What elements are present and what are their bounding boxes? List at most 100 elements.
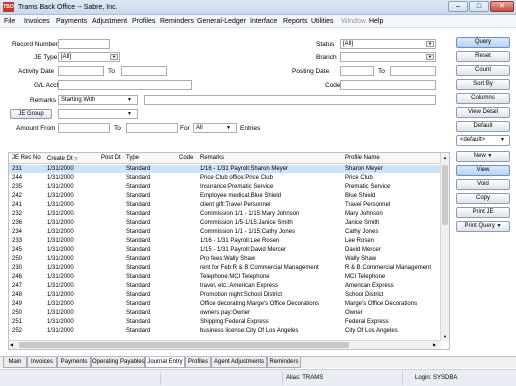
table-cell: Mary Johnson (345, 211, 383, 217)
record-number-input[interactable] (58, 39, 110, 49)
menu-payments[interactable]: Payments (56, 17, 87, 26)
scroll-left-icon[interactable]: ◀ (10, 342, 17, 348)
table-row[interactable]: 247 1/31/2000 Standard travel, etc.:America… (9, 282, 441, 290)
activity-date-to-input[interactable] (121, 66, 167, 76)
menu-utilities[interactable]: Utilities (311, 17, 334, 26)
view-detail-button[interactable]: View Detail (456, 107, 510, 118)
menu-adjustment[interactable]: Adjustment (92, 17, 127, 26)
table-row[interactable]: 246 1/31/2000 Standard Telephone:MCI Teleph… (9, 273, 441, 281)
column-header-create-dt[interactable]: Create Dt ▽ (47, 155, 77, 163)
table-cell: 232 (12, 211, 23, 217)
table-cell: 231 (12, 166, 23, 172)
tab-operating-payables[interactable]: Operating Payables (91, 357, 145, 368)
table-row[interactable]: 249 1/31/2000 Standard Office decorating:Ma… (9, 300, 441, 308)
tab-journal-entry[interactable]: Journal Entry (145, 357, 185, 368)
menu-help[interactable]: Help (369, 17, 383, 26)
menu-interface[interactable]: Interface (250, 17, 277, 26)
column-header-type[interactable]: Type (126, 155, 139, 162)
count-button[interactable]: Count (456, 65, 510, 76)
amount-from-input[interactable] (58, 123, 110, 133)
minimize-button[interactable]: – (448, 1, 468, 12)
new-button[interactable]: New ▼ (456, 151, 510, 162)
maximize-button[interactable]: □ (469, 1, 489, 12)
tab-agent-adjustments[interactable]: Agent Adjustments (211, 357, 267, 368)
gl-acct-input[interactable] (58, 80, 192, 90)
remarks-input[interactable] (144, 95, 436, 105)
activity-date-from-input[interactable] (58, 66, 104, 76)
table-row[interactable]: 236 1/31/2000 Standard Commission 1/5-1/15:… (9, 219, 441, 227)
horizontal-scrollbar[interactable]: ◀ ▶ (9, 340, 441, 349)
menu-file[interactable]: File (4, 17, 15, 26)
je-type-select[interactable]: [All] ▼ (58, 52, 120, 62)
for-label: For (180, 125, 190, 132)
menu-reminders[interactable]: Reminders (160, 17, 194, 26)
table-cell: Standard (126, 229, 151, 235)
menu-window[interactable]: Window (341, 17, 366, 26)
table-row[interactable]: 245 1/31/2000 Standard 1/15 - 1/31 Payroll:… (9, 246, 441, 254)
table-cell: Standard (126, 184, 151, 190)
scroll-up-icon[interactable]: ▲ (442, 154, 448, 161)
close-button[interactable]: ✕ (490, 1, 514, 12)
reset-button[interactable]: Reset (456, 51, 510, 62)
menu-general-ledger[interactable]: General-Ledger (197, 17, 246, 26)
je-group-button[interactable]: JE Group (10, 109, 52, 119)
table-row[interactable]: 241 1/31/2000 Standard client gift:Travel P… (9, 201, 441, 209)
activity-date-label: Activity Date (18, 68, 55, 75)
hscroll-thumb[interactable] (19, 342, 349, 348)
amount-to-input[interactable] (126, 123, 178, 133)
table-row[interactable]: 233 1/31/2000 Standard 1/16 - 1/31 Payroll:… (9, 237, 441, 245)
default-select[interactable]: <default> ▼ (456, 135, 510, 146)
table-row[interactable]: 235 1/31/2000 Standard Insurance:Prematic S… (9, 183, 441, 191)
posting-date-to-input[interactable] (390, 66, 436, 76)
column-header-je-rec-no[interactable]: JE Rec No (12, 155, 41, 162)
amount-from-label: Amount From (16, 125, 56, 132)
column-header-profile-name[interactable]: Profile Name (345, 155, 380, 162)
code-input[interactable] (340, 80, 436, 90)
scroll-right-icon[interactable]: ▶ (433, 342, 440, 348)
tab-main[interactable]: Main (3, 357, 27, 368)
table-row[interactable]: 244 1/31/2000 Standard Price Club office:Pr… (9, 174, 441, 182)
sort-by-button[interactable]: Sort By (456, 79, 510, 90)
table-row[interactable]: 252 1/31/2000 Standard business license:Cit… (9, 327, 441, 335)
table-cell: 250 (12, 310, 23, 316)
table-row[interactable]: 231 1/31/2000 Standard 1/16 - 1/31 Payroll:… (9, 165, 441, 173)
posting-date-to-label: To (378, 68, 385, 75)
tab-invoices[interactable]: Invoices (27, 357, 57, 368)
table-row[interactable]: 230 1/31/2000 Standard rent for Feb:R & B C… (9, 264, 441, 272)
copy-button[interactable]: Copy (456, 193, 510, 204)
column-header-post-dt[interactable]: Post Dt (101, 155, 121, 162)
menu-reports[interactable]: Reports (283, 17, 308, 26)
table-row[interactable]: 250 1/31/2000 Standard owners pay:Owner Owne… (9, 309, 441, 317)
query-button[interactable]: Query (456, 37, 510, 48)
view-button[interactable]: View (456, 165, 510, 176)
table-row[interactable]: 251 1/31/2000 Standard Shipping:Federal Exp… (9, 318, 441, 326)
scroll-down-icon[interactable]: ▼ (442, 333, 448, 340)
table-row[interactable]: 242 1/31/2000 Standard Employee medical:Blu… (9, 192, 441, 200)
tab-reminders[interactable]: Reminders (267, 357, 301, 368)
for-select[interactable]: All ▼ (193, 123, 237, 133)
print-query-button[interactable]: Print Query ▼ (456, 221, 510, 232)
table-row[interactable]: 232 1/31/2000 Standard Commission 1/1 - 1/1… (9, 210, 441, 218)
columns-button[interactable]: Columns (456, 93, 510, 104)
table-row[interactable]: 234 1/31/2000 Standard Commission 1/1 - 1/1… (9, 228, 441, 236)
column-header-code[interactable]: Code (179, 155, 193, 162)
branch-select[interactable]: ▼ (340, 52, 436, 62)
chevron-down-icon: ▼ (496, 223, 502, 229)
void-button[interactable]: Void (456, 179, 510, 190)
tab-profiles[interactable]: Profiles (185, 357, 211, 368)
column-header-remarks[interactable]: Remarks (200, 155, 224, 162)
menu-profiles[interactable]: Profiles (132, 17, 155, 26)
tab-payments[interactable]: Payments (57, 357, 91, 368)
table-row[interactable]: 248 1/31/2000 Standard Promotion night:Scho… (9, 291, 441, 299)
vertical-scrollbar[interactable]: ▲ ▼ (440, 153, 449, 341)
grid-header: JE Rec No Create Dt ▽ Post Dt Type Code … (9, 153, 441, 164)
posting-date-from-input[interactable] (340, 66, 374, 76)
default-button[interactable]: Default (456, 121, 510, 132)
table-row[interactable]: 250 1/31/2000 Standard Pro fees:Wally Shaw W… (9, 255, 441, 263)
remarks-mode-select[interactable]: Starting With ▼ (58, 95, 138, 105)
scroll-thumb[interactable] (442, 165, 448, 225)
je-group-select[interactable]: ▼ (58, 109, 138, 119)
print-je-button[interactable]: Print JE (456, 207, 510, 218)
status-select[interactable]: [All] ▼ (340, 39, 436, 49)
menu-invoices[interactable]: Invoices (24, 17, 50, 26)
